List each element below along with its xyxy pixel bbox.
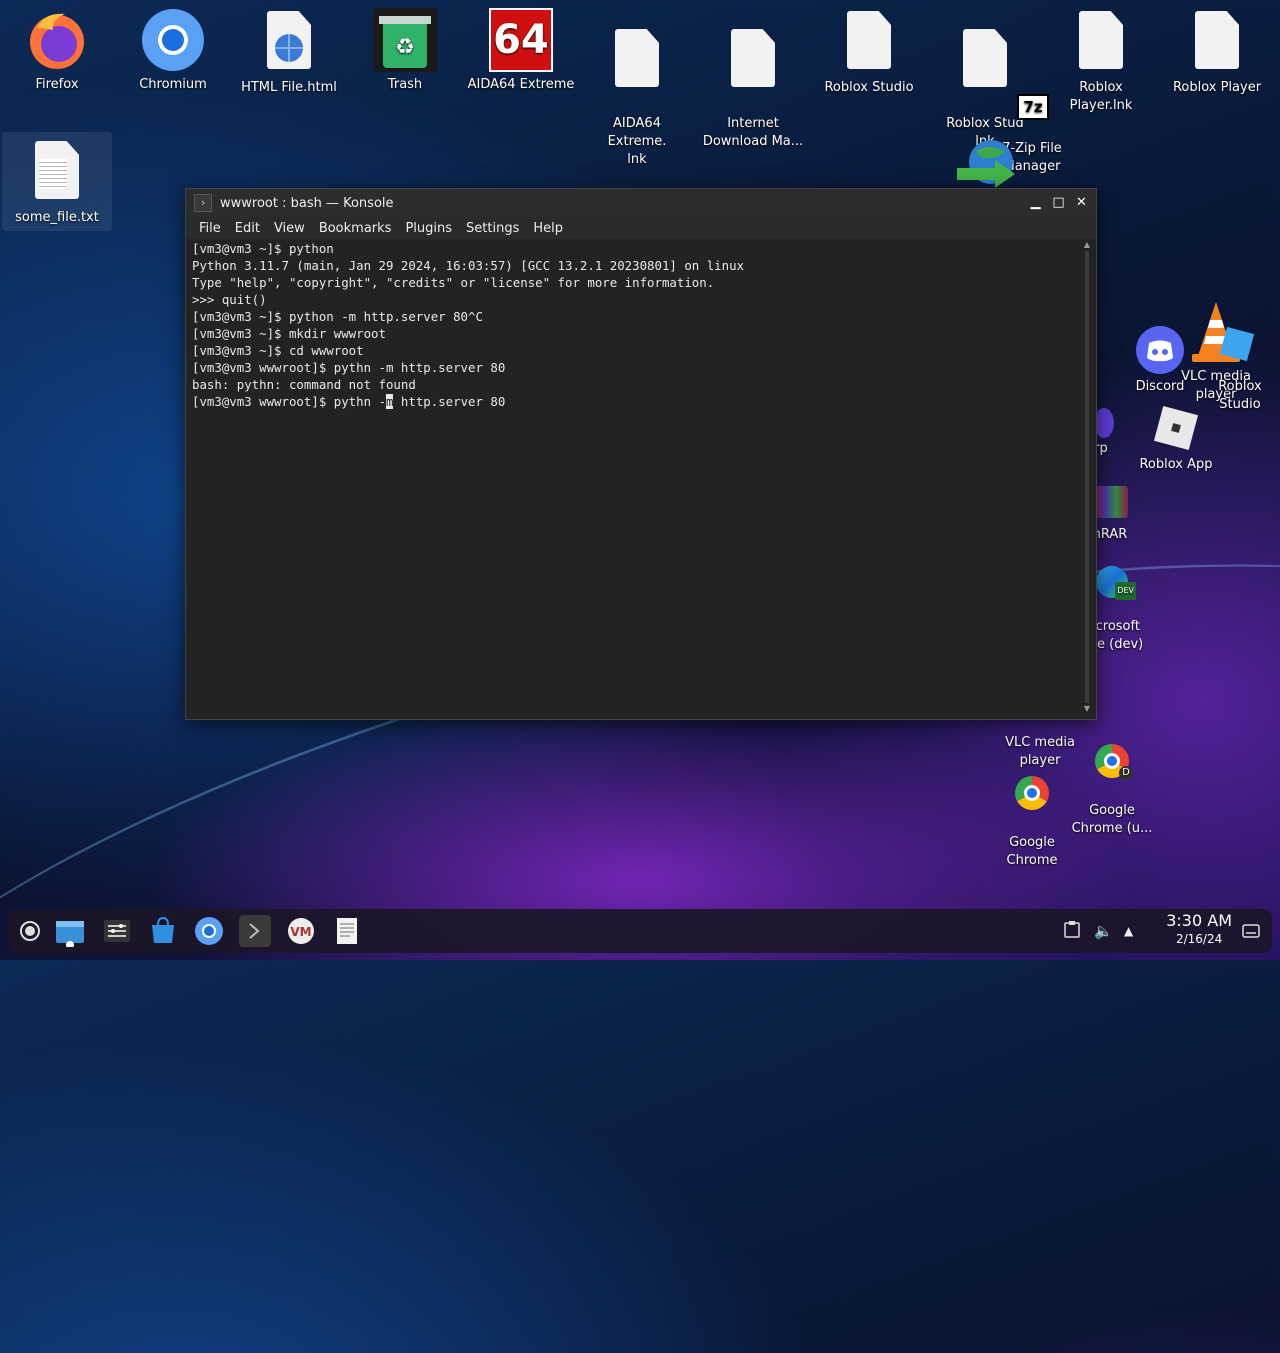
trash-icon: ♻ <box>373 8 437 72</box>
terminal-line: [vm3@vm3 wwwroot]$ pythn -m http.server … <box>192 360 506 375</box>
file-icon <box>1069 11 1133 75</box>
menu-help[interactable]: Help <box>533 221 563 236</box>
file-manager-icon[interactable] <box>54 915 86 949</box>
7zip-icon: 7z <box>1017 94 1049 120</box>
clipboard-icon[interactable] <box>1064 920 1084 942</box>
file-icon <box>837 11 901 75</box>
chromium-icon <box>141 8 205 72</box>
desktop-icon-google-chrome-unstable[interactable]: D Google Chrome (u... <box>1057 726 1167 856</box>
window-titlebar[interactable]: › wwwroot : bash — Konsole ▁ □ ✕ <box>186 189 1096 217</box>
discover-store-icon[interactable] <box>147 915 179 947</box>
svg-text:VM: VM <box>290 925 311 939</box>
terminal-line: bash: pythn: command not found <box>192 377 416 392</box>
terminal-line: [vm3@vm3 ~]$ mkdir wwwroot <box>192 326 386 341</box>
aida64-icon: 64 <box>489 8 553 72</box>
scroll-down-icon[interactable]: ▼ <box>1081 703 1093 715</box>
desktop-icon-roblox-app[interactable]: Roblox App <box>1121 404 1231 474</box>
menu-view[interactable]: View <box>274 221 305 236</box>
scrollbar-track[interactable] <box>1085 251 1089 703</box>
icon-label: Google Chrome (u... <box>1071 803 1153 836</box>
icon-label: Discord <box>1135 379 1185 394</box>
terminal-line: [vm3@vm3 ~]$ cd wwwroot <box>192 343 364 358</box>
icon-label: Internet Download Ma... <box>702 116 804 149</box>
chromium-taskbar-icon[interactable] <box>193 915 225 947</box>
icon-label: HTML File.html <box>241 80 337 95</box>
terminal-scrollbar[interactable]: ▲ ▼ <box>1081 239 1093 715</box>
html-file-icon <box>257 11 321 75</box>
desktop-icon-trash[interactable]: ♻ Trash <box>350 8 460 94</box>
desktop-icon-firefox[interactable]: Firefox <box>2 8 112 94</box>
tray-expand-icon[interactable]: ▲ <box>1124 924 1144 938</box>
icon-label: Roblox App <box>1139 457 1213 472</box>
clock-time: 3:30 AM <box>1166 911 1232 930</box>
terminal-output[interactable]: [vm3@vm3 ~]$ python Python 3.11.7 (main,… <box>186 239 1079 717</box>
volume-icon[interactable]: 🔈 <box>1094 922 1114 940</box>
minimize-button[interactable]: ▁ <box>1027 194 1044 211</box>
desktop-icon-chromium[interactable]: Chromium <box>118 8 228 94</box>
terminal-line: Type "help", "copyright", "credits" or "… <box>192 275 715 290</box>
prompt-rest: http.server 80 <box>393 394 506 409</box>
scroll-up-icon[interactable]: ▲ <box>1081 239 1093 251</box>
text-editor-icon[interactable] <box>331 915 363 947</box>
winrar-icon <box>1094 486 1128 518</box>
file-icon <box>721 29 785 93</box>
konsole-app-icon[interactable]: › <box>194 194 212 212</box>
desktop-icon-aida64-lnk[interactable]: AIDA64 Extreme. lnk <box>582 8 692 187</box>
terminal-current-line[interactable]: [vm3@vm3 wwwroot]$ pythn -m http.server … <box>186 393 1079 410</box>
window-title: wwwroot : bash — Konsole <box>220 195 394 211</box>
edge-dev-icon: DEV <box>1096 566 1136 600</box>
clock[interactable]: 3:30 AM 2/16/24 <box>1166 912 1232 948</box>
app-icon <box>1094 408 1114 438</box>
virt-manager-icon[interactable]: VM <box>285 915 317 947</box>
app-launcher-icon[interactable] <box>14 915 46 947</box>
konsole-window[interactable]: › wwwroot : bash — Konsole ▁ □ ✕ File Ed… <box>185 188 1097 720</box>
icon-label: AIDA64 Extreme. lnk <box>607 116 667 167</box>
terminal-line: [vm3@vm3 ~]$ python -m http.server 80^C <box>192 309 483 324</box>
icon-label: Roblox Player <box>1172 80 1262 95</box>
menu-file[interactable]: File <box>199 221 221 236</box>
desktop-icon-discord[interactable]: Discord <box>1105 326 1215 396</box>
text-file-icon <box>25 141 89 205</box>
desktop-icon-html-file[interactable]: HTML File.html <box>234 8 344 97</box>
desktop-icon-roblox-player[interactable]: Roblox Player <box>1162 8 1272 97</box>
maximize-button[interactable]: □ <box>1050 194 1067 211</box>
svg-text:♻: ♻ <box>395 35 415 60</box>
file-icon <box>605 29 669 93</box>
roblox-icon <box>1152 404 1200 452</box>
terminal-line: [vm3@vm3 ~]$ python <box>192 241 334 256</box>
chrome-dev-icon: D <box>1095 744 1133 780</box>
icon-label: some_file.txt <box>15 210 99 225</box>
desktop-icon-idm[interactable]: Internet Download Ma... <box>698 8 808 169</box>
icon-label: Trash <box>387 77 423 92</box>
show-desktop-icon[interactable] <box>1242 923 1260 942</box>
menu-bookmarks[interactable]: Bookmarks <box>319 221 392 236</box>
konsole-taskbar-icon[interactable] <box>239 915 271 947</box>
icon-label: Roblox Studio <box>824 80 914 95</box>
system-settings-icon[interactable] <box>101 915 133 947</box>
file-icon <box>1185 11 1249 75</box>
desktop-icon-roblox-studio[interactable]: Roblox Studio <box>814 8 924 97</box>
menu-bar: File Edit View Bookmarks Plugins Setting… <box>186 217 1096 239</box>
close-button[interactable]: ✕ <box>1073 194 1090 211</box>
icon-label: AIDA64 Extreme <box>467 77 575 92</box>
discord-icon <box>1136 326 1184 374</box>
idm-globe-icon <box>955 138 1017 190</box>
system-tray: 🔈 ▲ <box>1064 909 1144 953</box>
terminal-line: >>> quit() <box>192 292 267 307</box>
terminal-line: Python 3.11.7 (main, Jan 29 2024, 16:03:… <box>192 258 745 273</box>
clock-date: 2/16/24 <box>1175 932 1223 946</box>
icon-label: Firefox <box>35 77 79 92</box>
prompt-text: [vm3@vm3 wwwroot]$ pythn - <box>192 394 386 409</box>
roblox-studio-icon <box>1219 326 1255 362</box>
firefox-icon <box>25 8 89 72</box>
menu-edit[interactable]: Edit <box>235 221 260 236</box>
menu-plugins[interactable]: Plugins <box>405 221 452 236</box>
menu-settings[interactable]: Settings <box>466 221 519 236</box>
taskbar: VM 🔈 ▲ 3:30 AM 2/16/24 <box>8 909 1272 953</box>
desktop-icon-aida64[interactable]: 64 AIDA64 Extreme <box>466 8 576 94</box>
icon-label: Chromium <box>139 77 207 92</box>
desktop-icon-some-file[interactable]: some_file.txt <box>2 132 112 231</box>
chrome-icon <box>1015 776 1049 810</box>
